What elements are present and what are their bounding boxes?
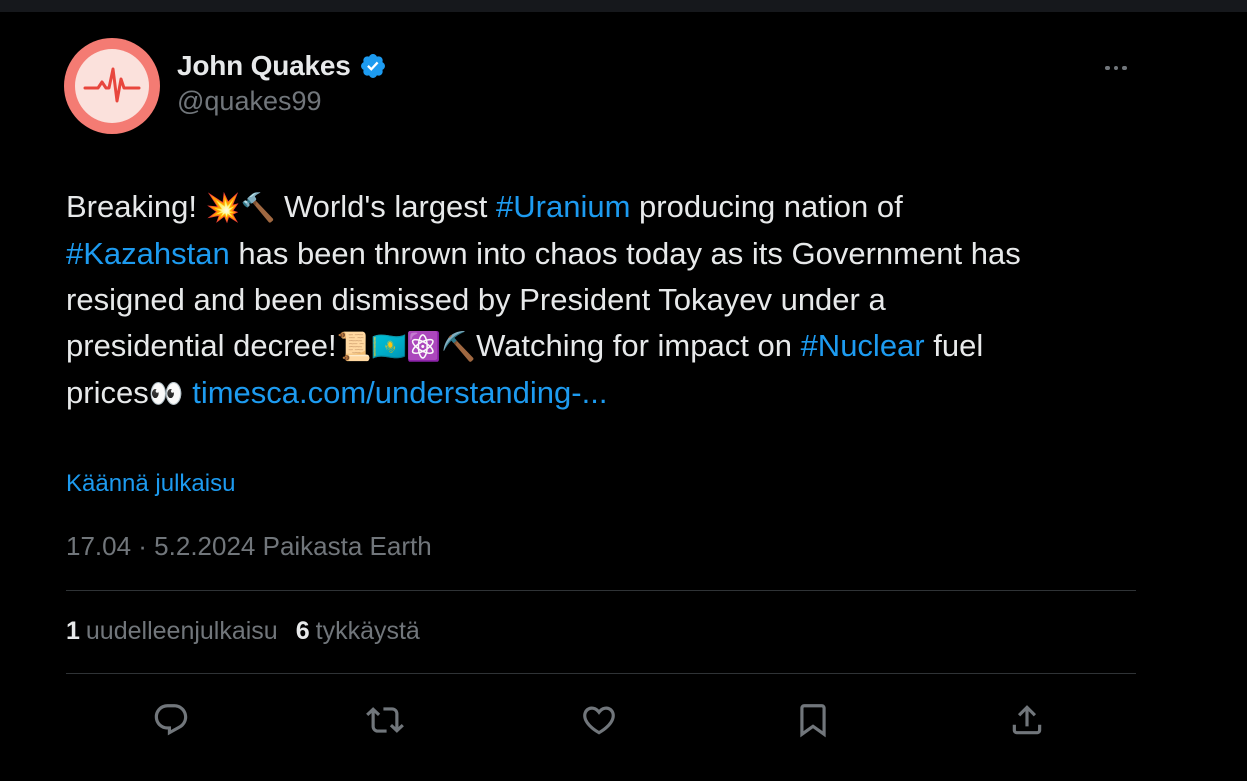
collision-emoji-icon: 💥 (205, 191, 241, 224)
tweet-line-1: Breaking! 💥🔨 World's largest #Uranium pr… (66, 184, 1156, 231)
timestamp-location[interactable]: 17.04 · 5.2.2024 Paikasta Earth (66, 531, 432, 562)
engagement-stats: 1 uudelleenjulkaisu 6 tykkäystä (66, 617, 420, 646)
hashtag-nuclear[interactable]: #Nuclear (801, 328, 925, 363)
tweet-text-segment: producing nation of (630, 189, 903, 224)
tweet-line-3: resigned and been dismissed by President… (66, 282, 886, 317)
scroll-emoji-icon: 📜 (336, 330, 372, 363)
more-options-icon[interactable] (1098, 56, 1134, 80)
pick-emoji-icon: ⛏️ (441, 330, 477, 363)
translate-post-link[interactable]: Käännä julkaisu (66, 470, 235, 498)
reposts-label: uudelleenjulkaisu (85, 617, 278, 645)
likes-count: 6 (295, 617, 310, 645)
tweet-text: Breaking! 💥🔨 World's largest #Uranium pr… (66, 184, 1156, 417)
reposts-stat[interactable]: 1 uudelleenjulkaisu (66, 617, 278, 646)
hashtag-kazahstan[interactable]: #Kazahstan (66, 236, 230, 271)
reply-icon (154, 704, 188, 736)
likes-stat[interactable]: 6 tykkäystä (296, 617, 420, 646)
tweet-link[interactable]: timesca.com/understanding-... (192, 375, 607, 410)
repost-button[interactable] (357, 692, 413, 748)
reposts-count: 1 (66, 617, 80, 645)
like-icon (583, 706, 615, 735)
tweet-text-segment: prices (66, 375, 149, 410)
share-icon (1012, 705, 1042, 735)
avatar-inner (75, 49, 149, 123)
tweet-text-segment: World's largest (275, 189, 497, 224)
tweet-line-5: prices👀 timesca.com/understanding-... (66, 370, 1156, 417)
action-bar (64, 692, 1134, 748)
seismograph-heartbeat-icon (83, 67, 141, 103)
eyes-emoji-icon: 👀 (148, 377, 184, 410)
tweet-text-segment: presidential decree! (66, 328, 337, 363)
divider (66, 673, 1136, 674)
like-button[interactable] (571, 692, 627, 748)
verified-badge-icon (360, 54, 385, 78)
tweet-text-segment: has been thrown into chaos today as its … (229, 236, 1021, 271)
avatar[interactable] (64, 38, 160, 134)
tweet-text-segment: Breaking! (66, 189, 206, 224)
hammer-emoji-icon: 🔨 (240, 191, 276, 224)
atom-emoji-icon: ⚛️ (406, 330, 442, 363)
bookmark-icon (800, 704, 826, 738)
tweet-line-4: presidential decree!📜🇰🇿⚛️⛏️Watching for … (66, 323, 1156, 370)
top-bar-strip (0, 0, 1247, 12)
likes-label: tykkäystä (315, 617, 420, 645)
author-block[interactable]: John Quakes @quakes99 (177, 50, 387, 117)
hashtag-uranium[interactable]: #Uranium (496, 189, 630, 224)
tweet-line-2: #Kazahstan has been thrown into chaos to… (66, 231, 1156, 277)
share-button[interactable] (999, 692, 1055, 748)
bookmark-button[interactable] (785, 692, 841, 748)
reply-button[interactable] (143, 692, 199, 748)
display-name[interactable]: John Quakes (177, 50, 351, 82)
kazakhstan-flag-emoji-icon: 🇰🇿 (371, 330, 407, 363)
divider (66, 590, 1136, 591)
tweet-text-segment: fuel (924, 328, 984, 363)
repost-icon (366, 707, 404, 733)
tweet-text-segment: Watching for impact on (476, 328, 801, 363)
handle[interactable]: @quakes99 (177, 86, 387, 117)
